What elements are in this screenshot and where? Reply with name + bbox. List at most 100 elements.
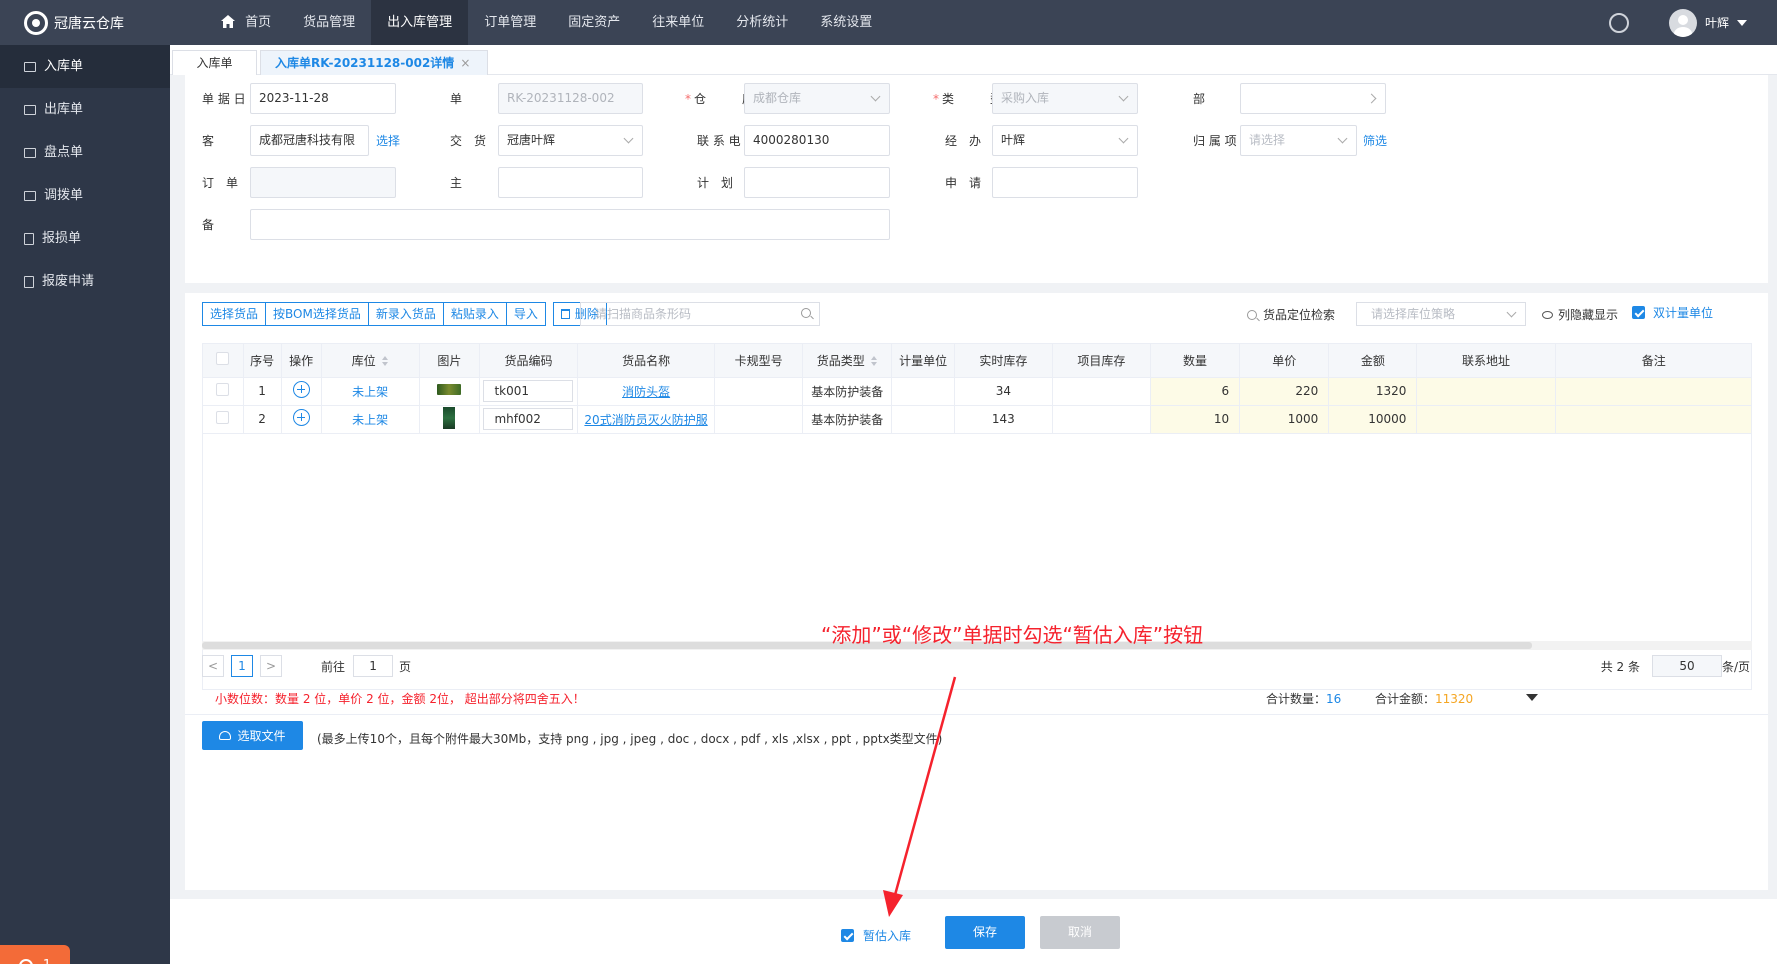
row-qty[interactable]: 6 bbox=[1150, 377, 1241, 406]
alarm-button[interactable]: 1 bbox=[0, 945, 70, 964]
row-action[interactable] bbox=[281, 405, 322, 434]
col-header: 项目库存 bbox=[1052, 344, 1151, 378]
col-header-type[interactable]: 货品类型 bbox=[802, 344, 893, 378]
dual-unit-label: 双计量单位 bbox=[1653, 306, 1714, 320]
row-unit bbox=[891, 405, 955, 434]
page-size-select[interactable]: 50 bbox=[1651, 655, 1722, 677]
supervisor-field[interactable] bbox=[498, 167, 643, 198]
sidebar-item-stocktake[interactable]: 盘点单 bbox=[0, 131, 170, 174]
project-select[interactable]: 请选择 bbox=[1240, 125, 1357, 156]
tab-inbound-list[interactable]: 入库单 bbox=[172, 50, 257, 75]
sidebar-item-transfer[interactable]: 调拨单 bbox=[0, 174, 170, 217]
row-price[interactable]: 1000 bbox=[1239, 405, 1330, 434]
checkbox-icon[interactable] bbox=[216, 411, 230, 424]
nav-home[interactable]: 首页 bbox=[205, 0, 287, 45]
row-location[interactable]: 未上架 bbox=[321, 377, 420, 406]
select-goods-button[interactable]: 选择货品 bbox=[202, 302, 267, 326]
planner-field[interactable] bbox=[744, 167, 890, 198]
row-action[interactable] bbox=[281, 377, 322, 406]
handler-select[interactable]: 叶辉 bbox=[992, 125, 1138, 156]
customer-select-link[interactable]: 选择 bbox=[376, 132, 400, 149]
row-remark[interactable] bbox=[1555, 377, 1751, 406]
checkbox-checked-icon[interactable] bbox=[841, 929, 854, 942]
new-goods-button[interactable]: 新录入货品 bbox=[367, 302, 444, 326]
save-button[interactable]: 保存 bbox=[945, 916, 1025, 949]
applicant-field[interactable] bbox=[992, 167, 1138, 198]
goto-input[interactable]: 1 bbox=[353, 655, 394, 677]
nav-fixed-assets[interactable]: 固定资产 bbox=[552, 0, 636, 45]
chevron-down-icon[interactable] bbox=[1737, 19, 1747, 26]
tab-inbound-detail[interactable]: 入库单RK-20231128-002详情 × bbox=[260, 50, 488, 75]
avatar[interactable] bbox=[1668, 8, 1697, 37]
row-location[interactable]: 未上架 bbox=[321, 405, 420, 434]
row-name[interactable]: 20式消防员灭火防护服 bbox=[577, 405, 716, 434]
nav-settings[interactable]: 系统设置 bbox=[804, 0, 888, 45]
prev-page-button[interactable]: < bbox=[202, 655, 224, 677]
dual-unit-checkbox[interactable]: 双计量单位 bbox=[1632, 304, 1713, 321]
row-select-cell[interactable] bbox=[203, 405, 244, 434]
row-select-cell[interactable] bbox=[203, 377, 244, 406]
table-header: 序号 操作 库位 图片 货品编码 货品名称 卡规型号 货品类型 计量单位 实时库… bbox=[203, 344, 1751, 378]
temp-inbound-checkbox[interactable]: 暂估入库 bbox=[841, 927, 911, 944]
sidebar-item-damage[interactable]: 报损单 bbox=[0, 217, 170, 260]
date-field[interactable]: 2023-11-28 bbox=[250, 83, 396, 114]
customer-field[interactable]: 成都冠唐科技有限 bbox=[250, 125, 369, 156]
row-code[interactable]: mhf002 bbox=[479, 405, 579, 434]
row-proj-stock bbox=[1052, 405, 1151, 434]
sidebar-item-scrap[interactable]: 报废申请 bbox=[0, 260, 170, 303]
row-remark[interactable] bbox=[1555, 405, 1751, 434]
row-price[interactable]: 220 bbox=[1239, 377, 1330, 406]
select-all-cell[interactable] bbox=[203, 344, 244, 378]
checkbox-icon[interactable] bbox=[216, 352, 230, 366]
nav-partners[interactable]: 往来单位 bbox=[636, 0, 720, 45]
row-name[interactable]: 消防头盔 bbox=[577, 377, 716, 406]
sidebar-item-outbound[interactable]: 出库单 bbox=[0, 88, 170, 131]
column-toggle-button[interactable]: 列隐藏显示 bbox=[1542, 306, 1618, 323]
locate-search-button[interactable]: 货品定位检索 bbox=[1247, 306, 1335, 323]
sidebar-item-inbound[interactable]: 入库单 bbox=[0, 45, 170, 88]
paste-entry-button[interactable]: 粘贴录入 bbox=[442, 302, 507, 326]
row-address[interactable] bbox=[1416, 405, 1556, 434]
select-bom-button[interactable]: 按BOM选择货品 bbox=[265, 302, 369, 326]
row-spec bbox=[714, 377, 804, 406]
nav-label: 首页 bbox=[245, 15, 272, 30]
col-header: 货品编码 bbox=[479, 344, 579, 378]
checkbox-icon[interactable] bbox=[216, 383, 230, 396]
row-qty[interactable]: 10 bbox=[1150, 405, 1241, 434]
col-header-location[interactable]: 库位 bbox=[321, 344, 420, 378]
sort-icon[interactable] bbox=[381, 355, 389, 366]
caret-down-icon[interactable] bbox=[1526, 694, 1538, 701]
project-filter-link[interactable]: 筛选 bbox=[1363, 132, 1387, 149]
location-strategy-select[interactable]: 请选择库位策略 bbox=[1356, 302, 1526, 326]
sort-icon[interactable] bbox=[870, 355, 878, 366]
phone-field[interactable]: 4000280130 bbox=[744, 125, 890, 156]
add-circle-icon[interactable] bbox=[292, 409, 310, 426]
user-name[interactable]: 叶辉 bbox=[1705, 14, 1729, 31]
page-number[interactable]: 1 bbox=[231, 655, 253, 677]
nav-analytics[interactable]: 分析统计 bbox=[720, 0, 804, 45]
nav-orders[interactable]: 订单管理 bbox=[468, 0, 552, 45]
row-amount[interactable]: 1320 bbox=[1328, 377, 1418, 406]
nav-goods[interactable]: 货品管理 bbox=[287, 0, 371, 45]
row-amount[interactable]: 10000 bbox=[1328, 405, 1418, 434]
row-address[interactable] bbox=[1416, 377, 1556, 406]
help-icon[interactable] bbox=[1608, 12, 1629, 33]
close-icon[interactable]: × bbox=[460, 56, 470, 70]
chevron-down-icon bbox=[623, 133, 634, 144]
checkbox-checked-icon[interactable] bbox=[1632, 306, 1645, 319]
import-button[interactable]: 导入 bbox=[505, 302, 546, 326]
table-row: 2 未上架 mhf002 20式消防员灭火防护服 基本防护装备 143 10 1… bbox=[203, 405, 1751, 434]
next-page-button[interactable]: > bbox=[260, 655, 282, 677]
choose-file-button[interactable]: 选取文件 bbox=[202, 721, 303, 750]
cancel-button[interactable]: 取消 bbox=[1040, 916, 1120, 949]
app-logo[interactable]: 冠唐云仓库 bbox=[0, 0, 170, 45]
dept-select[interactable] bbox=[1240, 83, 1386, 114]
col-header: 图片 bbox=[419, 344, 480, 378]
add-circle-icon[interactable] bbox=[292, 381, 310, 398]
nav-stock-inout[interactable]: 出入库管理 bbox=[371, 0, 469, 45]
barcode-scan-input[interactable]: 请扫描商品条形码 bbox=[580, 302, 820, 326]
deliverer-select[interactable]: 冠唐叶辉 bbox=[498, 125, 643, 156]
search-icon bbox=[1247, 309, 1257, 320]
row-code[interactable]: tk001 bbox=[479, 377, 579, 406]
remark-field[interactable] bbox=[250, 209, 890, 240]
